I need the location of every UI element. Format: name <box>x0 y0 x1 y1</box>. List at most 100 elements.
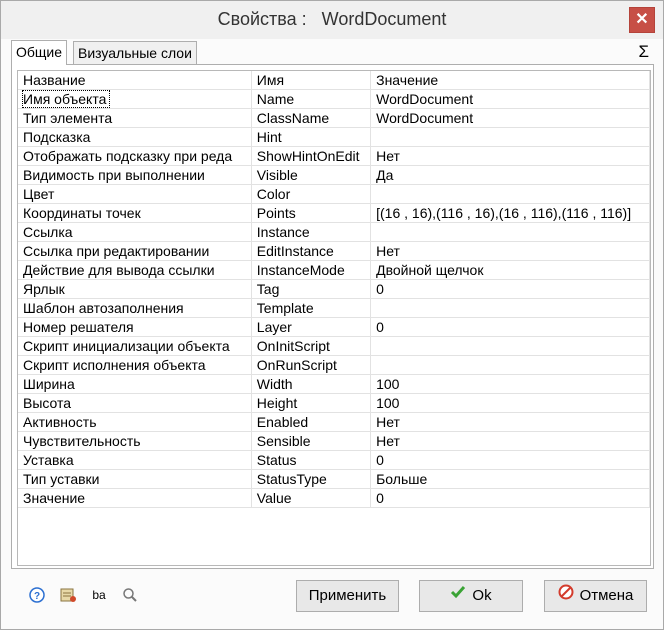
property-name-cell: Sensible <box>251 431 372 451</box>
table-row[interactable]: Скрипт исполнения объекта OnRunScript <box>18 355 650 375</box>
property-value-cell[interactable]: [(16 , 16),(116 , 16),(16 , 116),(116 , … <box>370 203 650 223</box>
cancel-button-label: Отмена <box>579 587 634 604</box>
title-bar: Свойства : WordDocument ✕ <box>1 1 663 39</box>
property-value-cell[interactable] <box>370 355 650 375</box>
close-icon: ✕ <box>635 11 649 28</box>
property-value-cell[interactable]: WordDocument <box>370 89 650 109</box>
property-name-cell: StatusType <box>251 469 372 489</box>
cancel-icon <box>558 581 574 611</box>
table-row[interactable]: Шаблон автозаполнения Template <box>18 298 650 318</box>
tab-visual-layers[interactable]: Визуальные слои <box>73 41 197 64</box>
sigma-icon[interactable]: Σ <box>638 42 649 62</box>
property-title-cell: Видимость при выполнении <box>18 165 252 185</box>
table-row[interactable]: Отображать подсказку при реда ShowHintOnE… <box>18 146 650 166</box>
table-row[interactable]: Имя объекта Name WordDocument <box>18 89 650 109</box>
checkmark-icon <box>450 581 466 611</box>
property-value-cell[interactable]: Больше <box>370 469 650 489</box>
property-name-cell: EditInstance <box>251 241 372 261</box>
property-value-cell[interactable] <box>370 184 650 204</box>
property-title-cell: Скрипт исполнения объекта <box>18 355 252 375</box>
tab-panel: Название Имя Значение Имя объекта Name Wor… <box>11 64 654 569</box>
property-name-cell: Hint <box>251 127 372 147</box>
property-name-cell: Status <box>251 450 372 470</box>
property-title-cell: Отображать подсказку при реда <box>18 146 252 166</box>
table-row[interactable]: Подсказка Hint <box>18 127 650 147</box>
property-name-cell: Tag <box>251 279 372 299</box>
property-name-cell: InstanceMode <box>251 260 372 280</box>
property-name-cell: ClassName <box>251 108 372 128</box>
table-row[interactable]: Ссылка Instance <box>18 222 650 242</box>
property-value-cell[interactable] <box>370 336 650 356</box>
ok-button[interactable]: Ok <box>419 580 523 612</box>
table-row[interactable]: Скрипт инициализации объекта OnInitScript <box>18 336 650 356</box>
property-value-cell[interactable]: Да <box>370 165 650 185</box>
table-row[interactable]: Тип элемента ClassName WordDocument <box>18 108 650 128</box>
property-name-cell: Layer <box>251 317 372 337</box>
property-name-cell: ShowHintOnEdit <box>251 146 372 166</box>
footer: ? ba Применить Ok Отмена <box>1 569 663 629</box>
properties-table: Название Имя Значение Имя объекта Name Wor… <box>18 71 650 508</box>
window-title: Свойства : WordDocument <box>217 9 447 29</box>
table-row[interactable]: Действие для вывода ссылки InstanceMode Дв… <box>18 260 650 280</box>
properties-icon[interactable] <box>59 587 76 603</box>
property-value-cell[interactable]: 0 <box>370 488 650 508</box>
property-title-cell: Цвет <box>18 184 252 204</box>
tab-general[interactable]: Общие <box>11 40 68 65</box>
table-row[interactable]: Ширина Width 100 <box>18 374 650 394</box>
table-row[interactable]: Ярлык Tag 0 <box>18 279 650 299</box>
table-row[interactable]: Тип уставки StatusType Больше <box>18 469 650 489</box>
table-row[interactable]: Координаты точек Points [(16 , 16),(116 , … <box>18 203 650 223</box>
property-name-cell: Value <box>251 488 372 508</box>
column-header-value: Значение <box>370 71 650 90</box>
property-title-cell: Уставка <box>18 450 252 470</box>
property-value-cell[interactable]: 0 <box>370 317 650 337</box>
property-value-cell[interactable]: Нет <box>370 431 650 451</box>
table-row[interactable]: Высота Height 100 <box>18 393 650 413</box>
close-button[interactable]: ✕ <box>629 7 655 33</box>
property-title-cell: Чувствительность <box>18 431 252 451</box>
property-value-cell[interactable] <box>370 222 650 242</box>
property-name-cell: Name <box>251 89 372 109</box>
property-title-cell: Тип уставки <box>18 469 252 489</box>
property-value-cell[interactable]: Нет <box>370 412 650 432</box>
property-value-cell[interactable]: 0 <box>370 279 650 299</box>
property-value-cell[interactable]: Нет <box>370 146 650 166</box>
property-value-cell[interactable]: WordDocument <box>370 108 650 128</box>
help-glyph: ? <box>34 591 40 602</box>
property-title-cell: Ярлык <box>18 279 252 299</box>
table-row[interactable]: Видимость при выполнении Visible Да <box>18 165 650 185</box>
properties-grid: Название Имя Значение Имя объекта Name Wor… <box>17 70 651 566</box>
apply-button[interactable]: Применить <box>296 580 399 612</box>
property-title-cell: Высота <box>18 393 252 413</box>
property-title-cell: Подсказка <box>18 127 252 147</box>
property-title-cell: Тип элемента <box>18 108 252 128</box>
cancel-button[interactable]: Отмена <box>544 580 647 612</box>
table-row[interactable]: Уставка Status 0 <box>18 450 650 470</box>
table-header-row: Название Имя Значение <box>18 71 650 90</box>
search-icon[interactable] <box>122 587 138 603</box>
property-value-cell[interactable]: 0 <box>370 450 650 470</box>
property-value-cell[interactable] <box>370 298 650 318</box>
property-value-cell[interactable]: 100 <box>370 393 650 413</box>
property-value-cell[interactable] <box>370 127 650 147</box>
property-name-cell: OnInitScript <box>251 336 372 356</box>
property-name-cell: Enabled <box>251 412 372 432</box>
rename-icon[interactable]: ba <box>91 587 107 603</box>
table-row[interactable]: Активность Enabled Нет <box>18 412 650 432</box>
property-value-cell[interactable]: Двойной щелчок <box>370 260 650 280</box>
table-row[interactable]: Чувствительность Sensible Нет <box>18 431 650 451</box>
property-title-cell: Имя объекта <box>18 89 252 109</box>
column-header-title: Название <box>18 71 252 90</box>
property-title-cell: Координаты точек <box>18 203 252 223</box>
table-row[interactable]: Цвет Color <box>18 184 650 204</box>
property-title-cell: Ссылка <box>18 222 252 242</box>
table-row[interactable]: Номер решателя Layer 0 <box>18 317 650 337</box>
property-value-cell[interactable]: 100 <box>370 374 650 394</box>
property-title-cell: Скрипт инициализации объекта <box>18 336 252 356</box>
table-row[interactable]: Значение Value 0 <box>18 488 650 508</box>
property-title-cell: Ссылка при редактировании <box>18 241 252 261</box>
help-icon[interactable]: ? <box>29 587 45 603</box>
table-row[interactable]: Ссылка при редактировании EditInstance Нет <box>18 241 650 261</box>
property-name-cell: Instance <box>251 222 372 242</box>
property-value-cell[interactable]: Нет <box>370 241 650 261</box>
